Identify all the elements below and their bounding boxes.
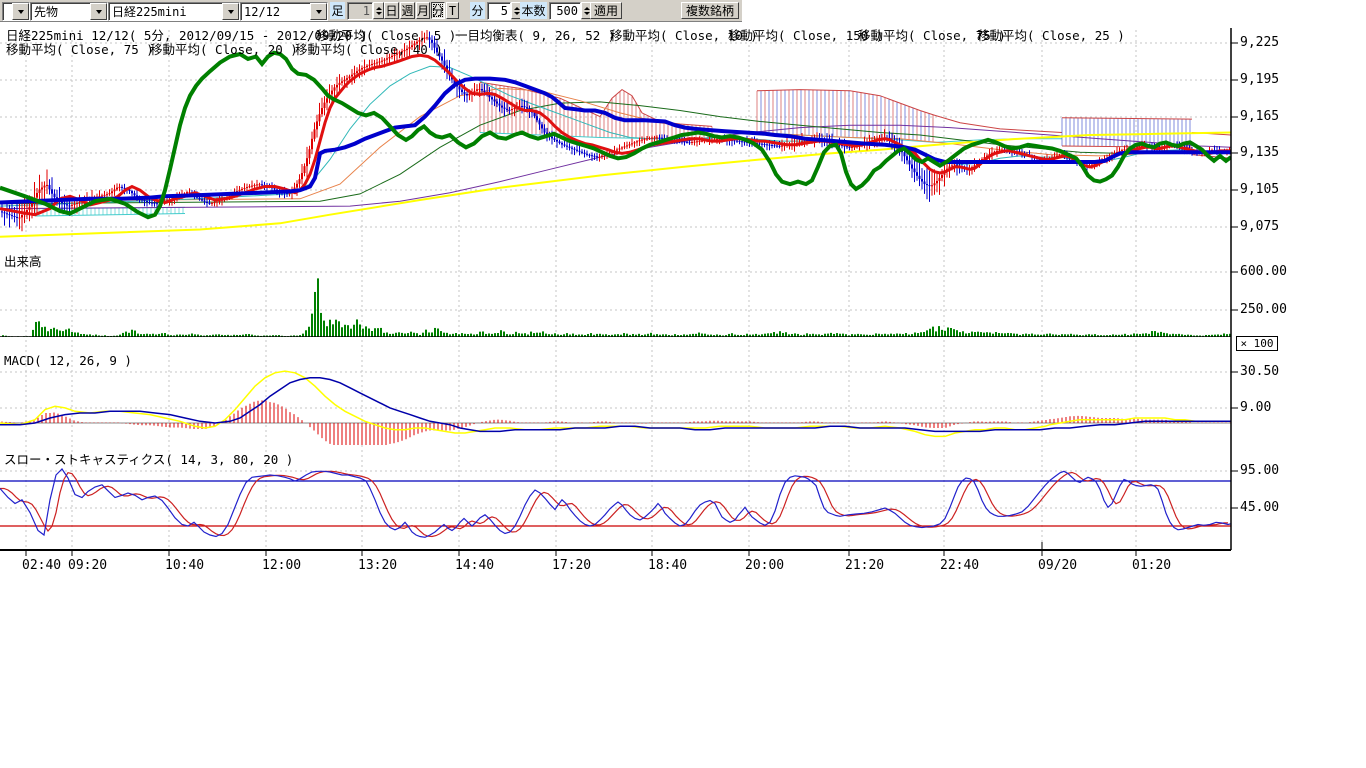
time-axis-tick-label: 10:40 — [165, 558, 204, 573]
y-axis-tick-label: 9,195 — [1240, 72, 1279, 87]
time-axis-tick-label: 21:20 — [845, 558, 884, 573]
time-axis-tick-label: 13:20 — [358, 558, 397, 573]
trading-app-window: { "toolbar": { "combo_blank": "", "combo… — [0, 0, 1366, 768]
volume-panel — [0, 278, 1231, 337]
y-axis-tick-label: 600.00 — [1240, 264, 1287, 279]
macd-panel-label: MACD( 12, 26, 9 ) — [4, 353, 132, 368]
stochastics-panel-label: スロー・ストキャスティクス( 14, 3, 80, 20 ) — [4, 449, 293, 468]
volume-panel-label: 出来高 — [4, 251, 42, 270]
time-axis-tick-label: 18:40 — [648, 558, 687, 573]
time-axis-tick-label: 01:20 — [1132, 558, 1171, 573]
y-axis-tick-label: 9,225 — [1240, 35, 1279, 50]
y-axis-tick-label: 30.50 — [1240, 364, 1279, 379]
indicator-label: 一目均衡表( 9, 26, 52 ) — [455, 25, 615, 44]
y-axis-tick-label: 95.00 — [1240, 463, 1279, 478]
y-axis-tick-label: 250.00 — [1240, 302, 1287, 317]
y-axis-tick-label: 9.00 — [1240, 400, 1271, 415]
time-axis-tick-label: 12:00 — [262, 558, 301, 573]
price-panel — [0, 29, 1231, 236]
y-axis-tick-label: 9,135 — [1240, 145, 1279, 160]
indicator-label: 移動平均( Close, 20 ) — [150, 39, 298, 58]
time-axis-tick-label: 09:20 — [68, 558, 107, 573]
time-axis-tick-label: 20:00 — [745, 558, 784, 573]
y-axis-tick-label: 9,165 — [1240, 109, 1279, 124]
y-axis-tick-label: 45.00 — [1240, 500, 1279, 515]
time-axis-tick-label: 17:20 — [552, 558, 591, 573]
value-multiplier-badge: × 100 — [1236, 336, 1278, 351]
indicator-label: 移動平均( Close, 25 ) — [977, 25, 1125, 44]
y-axis-tick-label: 9,105 — [1240, 182, 1279, 197]
time-axis-tick-label: 22:40 — [940, 558, 979, 573]
stochastics-panel — [0, 469, 1231, 537]
time-axis-tick-label: 02:40 — [22, 558, 61, 573]
time-axis-tick-label: 09/20 — [1038, 558, 1077, 573]
time-axis-tick-label: 14:40 — [455, 558, 494, 573]
y-axis-tick-label: 9,075 — [1240, 219, 1279, 234]
macd-panel — [0, 371, 1231, 449]
chart-canvas[interactable] — [0, 0, 1366, 768]
indicator-label: 移動平均( Close, 75 ) — [6, 39, 154, 58]
indicator-label: 移動平均( Close, 40 ) — [295, 39, 443, 58]
